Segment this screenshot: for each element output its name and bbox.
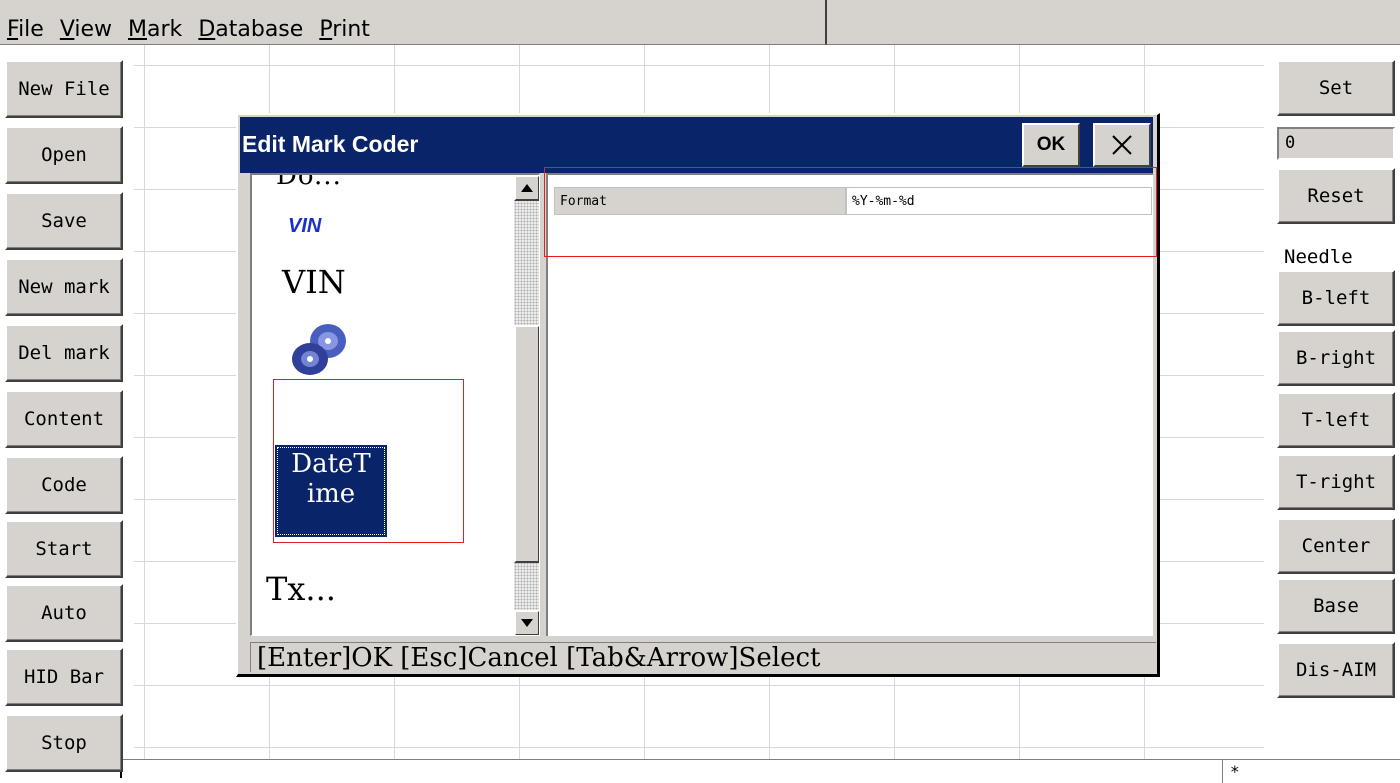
triangle-up-icon [521, 184, 533, 192]
needle-label: Needle [1284, 246, 1353, 268]
status-separator [1222, 760, 1223, 783]
cd-disc-icon [292, 324, 346, 375]
t-left-button[interactable]: T-left [1277, 392, 1395, 448]
menu-mark[interactable]: Mark [121, 17, 191, 44]
list-item-vin[interactable]: VIN [282, 263, 346, 301]
menu-view[interactable]: View [53, 17, 121, 44]
highlight-box-format [544, 167, 1157, 257]
status-marker: * [1230, 762, 1240, 781]
new-mark-button[interactable]: New mark [5, 258, 123, 316]
base-button[interactable]: Base [1277, 578, 1395, 634]
menu-bar-filler [827, 0, 1400, 45]
dialog-ok-button[interactable]: OK [1022, 123, 1080, 167]
code-button[interactable]: Code [5, 456, 123, 514]
list-item-cut-label[interactable]: Do... [276, 175, 342, 191]
highlight-box-selected-item [273, 379, 464, 543]
edit-mark-coder-dialog: Edit Mark Coder OK Do... VIN VIN DateT i… [236, 113, 1160, 677]
triangle-down-icon [521, 619, 533, 627]
scroll-down-arrow[interactable] [514, 610, 539, 635]
new-file-button[interactable]: New File [5, 60, 123, 118]
menu-file[interactable]: File [0, 17, 53, 44]
b-left-button[interactable]: B-left [1277, 270, 1395, 326]
del-mark-button[interactable]: Del mark [5, 324, 123, 382]
vin-icon: VIN [288, 215, 322, 237]
auto-button[interactable]: Auto [5, 584, 123, 642]
scroll-thumb[interactable] [514, 325, 539, 563]
dialog-titlebar: Edit Mark Coder OK [240, 117, 1153, 173]
dis-aim-button[interactable]: Dis-AIM [1277, 642, 1395, 698]
set-button[interactable]: Set [1277, 60, 1395, 116]
value-input[interactable]: 0 [1277, 127, 1395, 160]
menu-database[interactable]: Database [191, 17, 312, 44]
list-item-txt[interactable]: Tx... [266, 570, 336, 608]
dialog-status-hint: [Enter]OK [Esc]Cancel [Tab&Arrow]Select [250, 642, 1156, 673]
b-right-button[interactable]: B-right [1277, 330, 1395, 386]
content-button[interactable]: Content [5, 390, 123, 448]
coder-type-list[interactable]: Do... VIN VIN DateT ime Tx... [250, 173, 540, 636]
start-button[interactable]: Start [5, 520, 123, 578]
menu-bar: File View Mark Database Print [0, 0, 827, 45]
close-icon [1112, 135, 1132, 155]
save-button[interactable]: Save [5, 192, 123, 250]
menu-print[interactable]: Print [312, 17, 379, 44]
dialog-close-button[interactable] [1093, 123, 1151, 167]
list-scrollbar[interactable] [514, 175, 539, 635]
open-button[interactable]: Open [5, 126, 123, 184]
dialog-title: Edit Mark Coder [242, 131, 419, 157]
center-button[interactable]: Center [1277, 518, 1395, 574]
reset-button[interactable]: Reset [1277, 168, 1395, 224]
hid-bar-button[interactable]: HID Bar [5, 648, 123, 706]
t-right-button[interactable]: T-right [1277, 454, 1395, 510]
scroll-up-arrow[interactable] [514, 175, 539, 201]
stop-button[interactable]: Stop [5, 714, 123, 772]
bottom-status-strip [120, 760, 1400, 783]
